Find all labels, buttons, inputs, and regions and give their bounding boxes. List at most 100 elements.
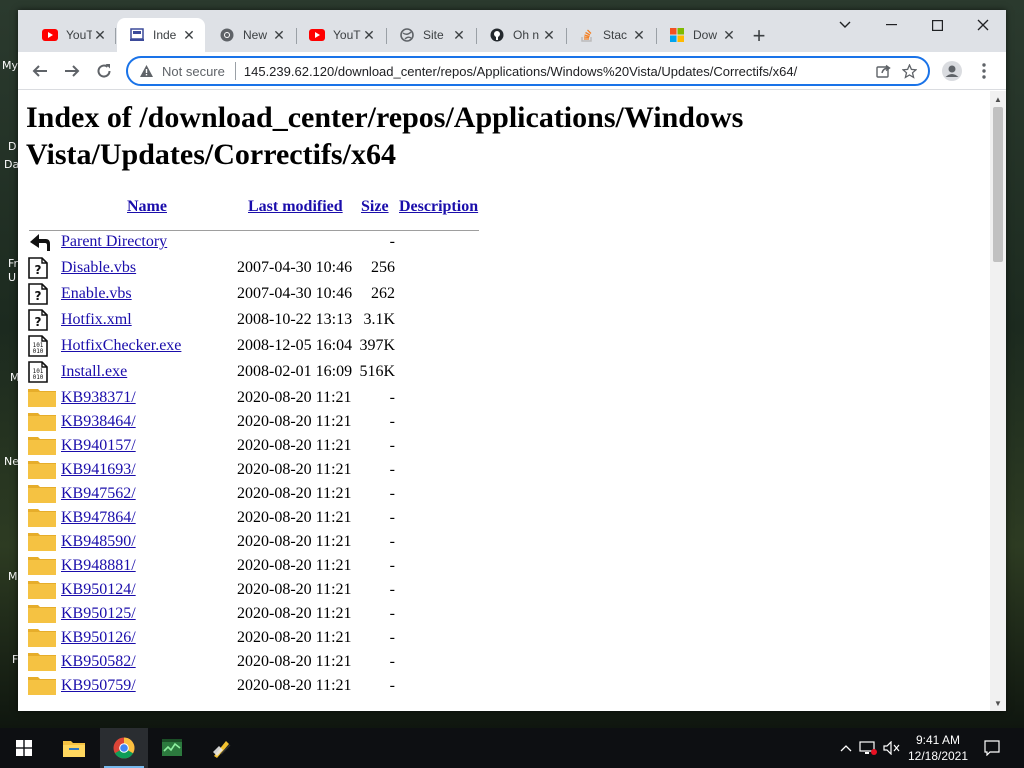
entry-name-link[interactable]: Disable.vbs [61, 259, 136, 277]
folder-icon[interactable] [28, 651, 56, 673]
desktop-icon-label[interactable]: Da [4, 158, 19, 171]
minimize-icon [885, 24, 897, 26]
warning-icon[interactable] [138, 63, 154, 79]
folder-icon[interactable] [28, 627, 56, 649]
tab-youtube-2[interactable]: YouT ✕ [297, 18, 385, 52]
column-header-last-modified[interactable]: Last modified [248, 198, 343, 216]
tab-new-tab[interactable]: New ✕ [207, 18, 295, 52]
close-icon[interactable]: ✕ [92, 27, 108, 43]
folder-icon[interactable] [28, 507, 56, 529]
folder-icon[interactable] [28, 387, 56, 409]
folder-icon[interactable] [28, 459, 56, 481]
star-icon[interactable] [896, 58, 922, 84]
column-header-description[interactable]: Description [399, 198, 478, 216]
file-explorer-icon [63, 741, 85, 757]
close-icon[interactable]: ✕ [451, 27, 467, 43]
entry-name-link[interactable]: KB938464/ [61, 413, 136, 431]
entry-name-link[interactable]: KB940157/ [61, 437, 136, 455]
folder-icon[interactable] [28, 531, 56, 553]
desktop-icon-label[interactable]: Fr [8, 257, 18, 270]
tab-title: Dow [693, 28, 718, 42]
address-bar[interactable]: Not secure 145.239.62.120/download_cente… [126, 56, 930, 86]
close-icon[interactable]: ✕ [541, 27, 557, 43]
tab-index[interactable]: Inde ✕ [117, 18, 205, 52]
network-button[interactable] [858, 728, 878, 768]
entry-name-link[interactable]: KB950125/ [61, 605, 136, 623]
list-item: KB947864/2020-08-20 11:21 - [26, 507, 486, 531]
unknown-file-icon[interactable]: ? [28, 257, 52, 279]
minimize-button[interactable] [868, 10, 914, 40]
column-header-size[interactable]: Size [361, 198, 389, 216]
entry-name-link[interactable]: KB950126/ [61, 629, 136, 647]
entry-name-link[interactable]: KB947864/ [61, 509, 136, 527]
unknown-file-icon[interactable]: ? [28, 309, 52, 331]
entry-name-link[interactable]: HotfixChecker.exe [61, 337, 181, 355]
entry-name-link[interactable]: KB950582/ [61, 653, 136, 671]
taskbar-tool[interactable] [198, 728, 246, 768]
desktop-icon-label[interactable]: D [8, 140, 16, 153]
security-label[interactable]: Not secure [162, 64, 225, 79]
taskbar-chrome[interactable] [100, 728, 148, 768]
tray-overflow-button[interactable] [838, 728, 854, 768]
close-window-button[interactable] [960, 10, 1006, 40]
tab-youtube-1[interactable]: YouT ✕ [30, 18, 116, 52]
share-icon[interactable] [870, 58, 896, 84]
tab-search-button[interactable] [822, 10, 868, 40]
entry-name-link[interactable]: KB950759/ [61, 677, 136, 695]
menu-button[interactable] [970, 57, 998, 85]
unknown-file-icon[interactable]: ? [28, 283, 52, 305]
forward-button[interactable] [58, 57, 86, 85]
column-header-name[interactable]: Name [127, 198, 167, 216]
close-icon[interactable]: ✕ [271, 27, 287, 43]
binary-file-icon[interactable]: 101 010 [28, 335, 52, 357]
entry-name-link[interactable]: Install.exe [61, 363, 127, 381]
entry-name-link[interactable]: KB947562/ [61, 485, 136, 503]
entry-name-link[interactable]: KB941693/ [61, 461, 136, 479]
desktop-icon-label[interactable]: M [8, 570, 18, 583]
entry-name-link[interactable]: Enable.vbs [61, 285, 132, 303]
desktop-icon-label[interactable]: U [8, 271, 16, 284]
scroll-up-arrow-icon[interactable]: ▲ [990, 92, 1006, 106]
back-icon[interactable] [28, 231, 52, 253]
folder-icon[interactable] [28, 579, 56, 601]
entry-name-link[interactable]: KB938371/ [61, 389, 136, 407]
back-button[interactable] [26, 57, 54, 85]
close-icon[interactable]: ✕ [631, 27, 647, 43]
folder-icon[interactable] [28, 603, 56, 625]
entry-name-link[interactable]: KB948590/ [61, 533, 136, 551]
desktop-icons-strip: My D Da Fr U M Ne M F [0, 0, 20, 728]
entry-name-link[interactable]: Parent Directory [61, 233, 167, 251]
taskbar-file-explorer[interactable] [50, 728, 98, 768]
system-clock[interactable]: 9:41 AM 12/18/2021 [900, 732, 976, 764]
taskbar-task-manager[interactable] [148, 728, 196, 768]
notifications-button[interactable] [978, 728, 1006, 768]
reload-button[interactable] [90, 57, 118, 85]
entry-name-link[interactable]: KB950124/ [61, 581, 136, 599]
desktop-icon-label[interactable]: My [2, 59, 18, 72]
close-icon[interactable]: ✕ [181, 27, 197, 43]
start-button[interactable] [0, 728, 48, 768]
binary-file-icon[interactable]: 101 010 [28, 361, 52, 383]
folder-icon[interactable] [28, 411, 56, 433]
close-icon[interactable]: ✕ [361, 27, 377, 43]
desktop-icon-label[interactable]: Ne [4, 455, 19, 468]
tab-site[interactable]: Site ✕ [387, 18, 475, 52]
vertical-scrollbar[interactable]: ▲ ▼ [990, 91, 1006, 711]
profile-button[interactable] [938, 57, 966, 85]
tab-download[interactable]: Dow ✕ [657, 18, 745, 52]
entry-name-link[interactable]: Hotfix.xml [61, 311, 132, 329]
folder-icon[interactable] [28, 555, 56, 577]
new-tab-button[interactable]: + [745, 24, 773, 52]
folder-icon[interactable] [28, 675, 56, 697]
maximize-button[interactable] [914, 10, 960, 40]
tab-github[interactable]: Oh n ✕ [477, 18, 565, 52]
folder-icon[interactable] [28, 435, 56, 457]
scroll-down-arrow-icon[interactable]: ▼ [990, 696, 1006, 710]
entry-name-link[interactable]: KB948881/ [61, 557, 136, 575]
tab-stackoverflow[interactable]: Stac ✕ [567, 18, 655, 52]
close-icon[interactable]: ✕ [721, 27, 737, 43]
url-text[interactable]: 145.239.62.120/download_center/repos/App… [244, 64, 870, 79]
volume-button[interactable] [882, 728, 902, 768]
scrollbar-thumb[interactable] [993, 107, 1003, 262]
folder-icon[interactable] [28, 483, 56, 505]
